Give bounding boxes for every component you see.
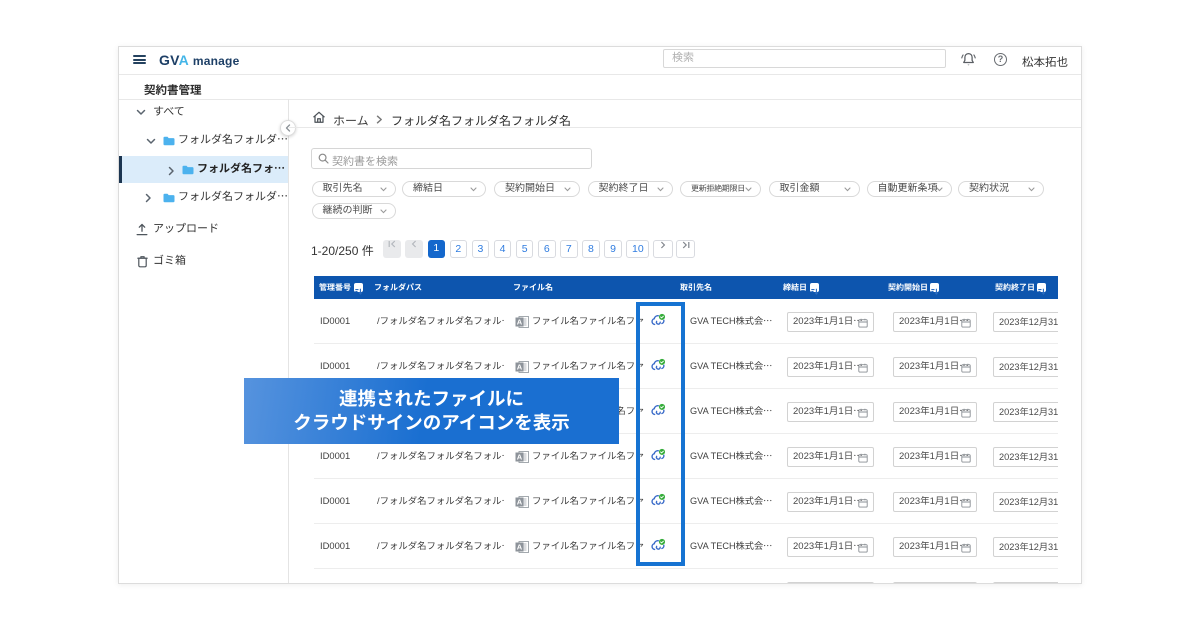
svg-text:A: A xyxy=(517,318,523,327)
svg-text:A: A xyxy=(517,453,523,462)
svg-text:A: A xyxy=(517,363,523,372)
svg-text:A: A xyxy=(517,498,523,507)
svg-text:A: A xyxy=(517,543,523,552)
